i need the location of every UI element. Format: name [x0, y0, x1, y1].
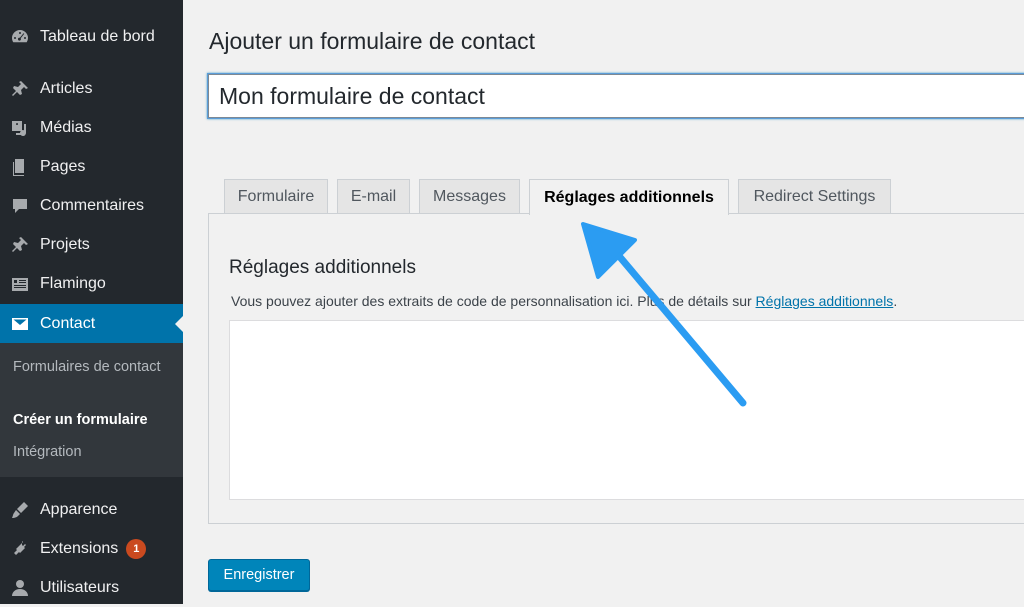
menu-item-articles[interactable]: Articles: [0, 69, 183, 108]
submenu-item-creer-formulaire[interactable]: Créer un formulaire: [13, 410, 173, 431]
menu-item-label: Commentaires: [40, 196, 145, 214]
menu-item-apparence[interactable]: Apparence: [0, 490, 183, 529]
menu-item-pages[interactable]: Pages: [0, 147, 183, 186]
menu-item-label: Utilisateurs: [40, 578, 120, 596]
user-icon: [9, 577, 31, 599]
pin-icon: [9, 78, 31, 100]
menu-item-label: Articles: [40, 79, 93, 97]
inbox-icon: [9, 273, 31, 295]
tab-e-mail[interactable]: E-mail: [337, 179, 410, 213]
save-button[interactable]: Enregistrer: [208, 559, 310, 591]
plugin-icon: [9, 538, 31, 560]
tab-formulaire[interactable]: Formulaire: [224, 179, 328, 213]
submenu-item-integration[interactable]: Intégration: [13, 442, 173, 463]
menu-item-utilisateurs[interactable]: Utilisateurs: [0, 568, 183, 607]
dashboard-icon: [9, 26, 31, 48]
menu-item-label: Apparence: [40, 500, 118, 518]
additional-settings-textarea[interactable]: [229, 320, 1024, 500]
menu-item-extensions[interactable]: Extensions 1: [0, 529, 183, 568]
menu-item-label: Flamingo: [40, 274, 106, 292]
form-title-input[interactable]: [208, 74, 1024, 118]
comment-icon: [9, 195, 31, 217]
panel-heading: Réglages additionnels: [229, 257, 416, 278]
page-title: Ajouter un formulaire de contact: [209, 28, 536, 54]
update-count-badge: 1: [126, 538, 147, 559]
menu-item-label: Tableau de bord: [40, 27, 155, 45]
menu-item-contact[interactable]: Contact: [0, 304, 183, 343]
menu-item-label: Projets: [40, 235, 90, 253]
menu-item-flamingo[interactable]: Flamingo: [0, 264, 183, 303]
additional-settings-link[interactable]: Réglages additionnels: [756, 293, 894, 309]
tab-redirect-settings[interactable]: Redirect Settings: [738, 179, 891, 213]
menu-item-label: Extensions: [40, 539, 119, 557]
media-icon: [9, 117, 31, 139]
submenu-item-formulaires[interactable]: Formulaires de contact: [13, 357, 173, 378]
tab-reglages-additionnels[interactable]: Réglages additionnels: [529, 179, 729, 215]
tab-messages[interactable]: Messages: [419, 179, 520, 213]
brush-icon: [9, 499, 31, 521]
menu-item-commentaires[interactable]: Commentaires: [0, 186, 183, 225]
additional-settings-panel: Réglages additionnels Vous pouvez ajoute…: [208, 213, 1024, 524]
description-text: Vous pouvez ajouter des extraits de code…: [231, 293, 756, 309]
mail-icon: [9, 313, 31, 335]
menu-item-label: Pages: [40, 157, 86, 175]
menu-item-label: Contact: [40, 314, 96, 332]
menu-item-dashboard[interactable]: Tableau de bord: [0, 17, 183, 56]
pin-icon: [9, 234, 31, 256]
menu-item-label: Médias: [40, 118, 92, 136]
menu-item-projets[interactable]: Projets: [0, 225, 183, 264]
page-icon: [9, 156, 31, 178]
menu-item-medias[interactable]: Médias: [0, 108, 183, 147]
admin-sidebar: Tableau de bord Articles Médias Pages Co…: [0, 0, 183, 604]
description-end: .: [893, 293, 898, 309]
panel-description: Vous pouvez ajouter des extraits de code…: [231, 293, 897, 309]
contact-submenu: Formulaires de contact Créer un formulai…: [0, 343, 183, 477]
